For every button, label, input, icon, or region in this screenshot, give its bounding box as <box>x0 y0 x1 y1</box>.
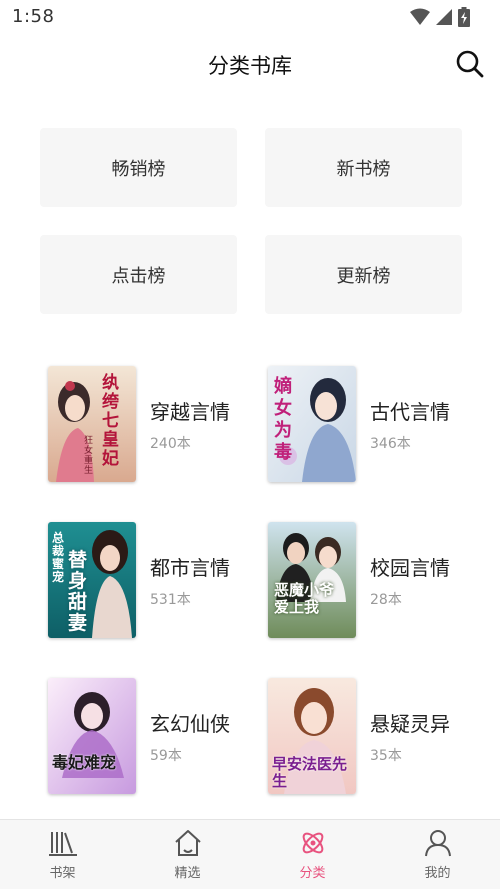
page-title: 分类书库 <box>208 54 292 78</box>
cover-title: 替身甜妻 <box>68 549 88 634</box>
book-cover: 早安法医先生 <box>268 678 356 794</box>
nav-label: 书架 <box>49 866 76 881</box>
book-cover: 嫡女为毒 <box>268 366 356 482</box>
wifi-icon <box>410 8 430 25</box>
category-count: 240本 <box>150 435 191 452</box>
category-item-fantasy[interactable]: 毒妃难宠 玄幻仙侠 59本 <box>48 674 268 798</box>
bottom-nav: 书架 精选 分类 我的 <box>0 819 500 889</box>
category-name: 都市言情 <box>150 555 230 580</box>
battery-icon <box>458 7 470 27</box>
cover-title: 纨绔七皇妃 <box>102 373 119 469</box>
nav-label: 我的 <box>424 866 451 881</box>
ranking-updated[interactable]: 更新榜 <box>265 235 462 314</box>
home-icon <box>174 830 201 856</box>
nav-label: 精选 <box>174 866 201 881</box>
book-cover: 总裁蜜宠 替身甜妻 <box>48 522 136 638</box>
search-icon <box>456 50 484 78</box>
category-item-urban[interactable]: 总裁蜜宠 替身甜妻 都市言情 531本 <box>48 518 268 642</box>
cover-subtitle: 狂女重生 <box>84 436 94 476</box>
category-icon <box>302 832 323 854</box>
nav-category[interactable]: 分类 <box>250 820 375 889</box>
category-item-ancient[interactable]: 嫡女为毒 古代言情 346本 <box>268 362 468 486</box>
category-name: 古代言情 <box>370 399 450 424</box>
category-count: 35本 <box>370 747 402 764</box>
category-name: 悬疑灵异 <box>370 711 450 736</box>
ranking-new-books[interactable]: 新书榜 <box>265 128 462 207</box>
cover-title: 毒妃难宠 <box>52 753 117 772</box>
cover-title: 恶魔小爷爱上我 <box>274 581 335 616</box>
cover-subtitle: 总裁蜜宠 <box>52 531 65 584</box>
bookshelf-icon <box>48 832 77 856</box>
signal-icon <box>436 9 452 25</box>
category-count: 346本 <box>370 435 411 452</box>
category-item-campus[interactable]: 恶魔小爷爱上我 校园言情 28本 <box>268 518 468 642</box>
status-icons <box>410 7 470 27</box>
cover-title: 早安法医先生 <box>272 755 348 790</box>
category-item-time-travel[interactable]: 纨绔七皇妃 狂女重生 穿越言情 240本 <box>48 362 268 486</box>
category-name: 玄幻仙侠 <box>150 711 230 736</box>
category-item-mystery[interactable]: 早安法医先生 悬疑灵异 35本 <box>268 674 468 798</box>
book-cover: 毒妃难宠 <box>48 678 136 794</box>
category-count: 59本 <box>150 747 182 764</box>
nav-bookshelf[interactable]: 书架 <box>0 820 125 889</box>
category-grid: 纨绔七皇妃 狂女重生 穿越言情 240本 嫡女为毒 古代言情 346本 总裁蜜宠… <box>48 362 468 798</box>
book-cover: 纨绔七皇妃 狂女重生 <box>48 366 136 482</box>
category-name: 校园言情 <box>370 555 450 580</box>
header: 分类书库 <box>0 40 500 88</box>
nav-featured[interactable]: 精选 <box>125 820 250 889</box>
search-button[interactable] <box>454 48 486 80</box>
nav-label: 分类 <box>299 866 326 881</box>
ranking-bestseller[interactable]: 畅销榜 <box>40 128 237 207</box>
status-time: 1:58 <box>12 6 55 27</box>
nav-profile[interactable]: 我的 <box>375 820 500 889</box>
category-count: 531本 <box>150 591 191 608</box>
category-name: 穿越言情 <box>150 399 230 424</box>
category-count: 28本 <box>370 591 402 608</box>
cover-title: 嫡女为毒 <box>274 376 292 463</box>
book-cover: 恶魔小爷爱上我 <box>268 522 356 638</box>
profile-icon <box>424 830 451 857</box>
ranking-most-clicked[interactable]: 点击榜 <box>40 235 237 314</box>
status-bar: 1:58 <box>0 0 500 34</box>
ranking-grid: 畅销榜 新书榜 点击榜 更新榜 <box>40 128 462 314</box>
